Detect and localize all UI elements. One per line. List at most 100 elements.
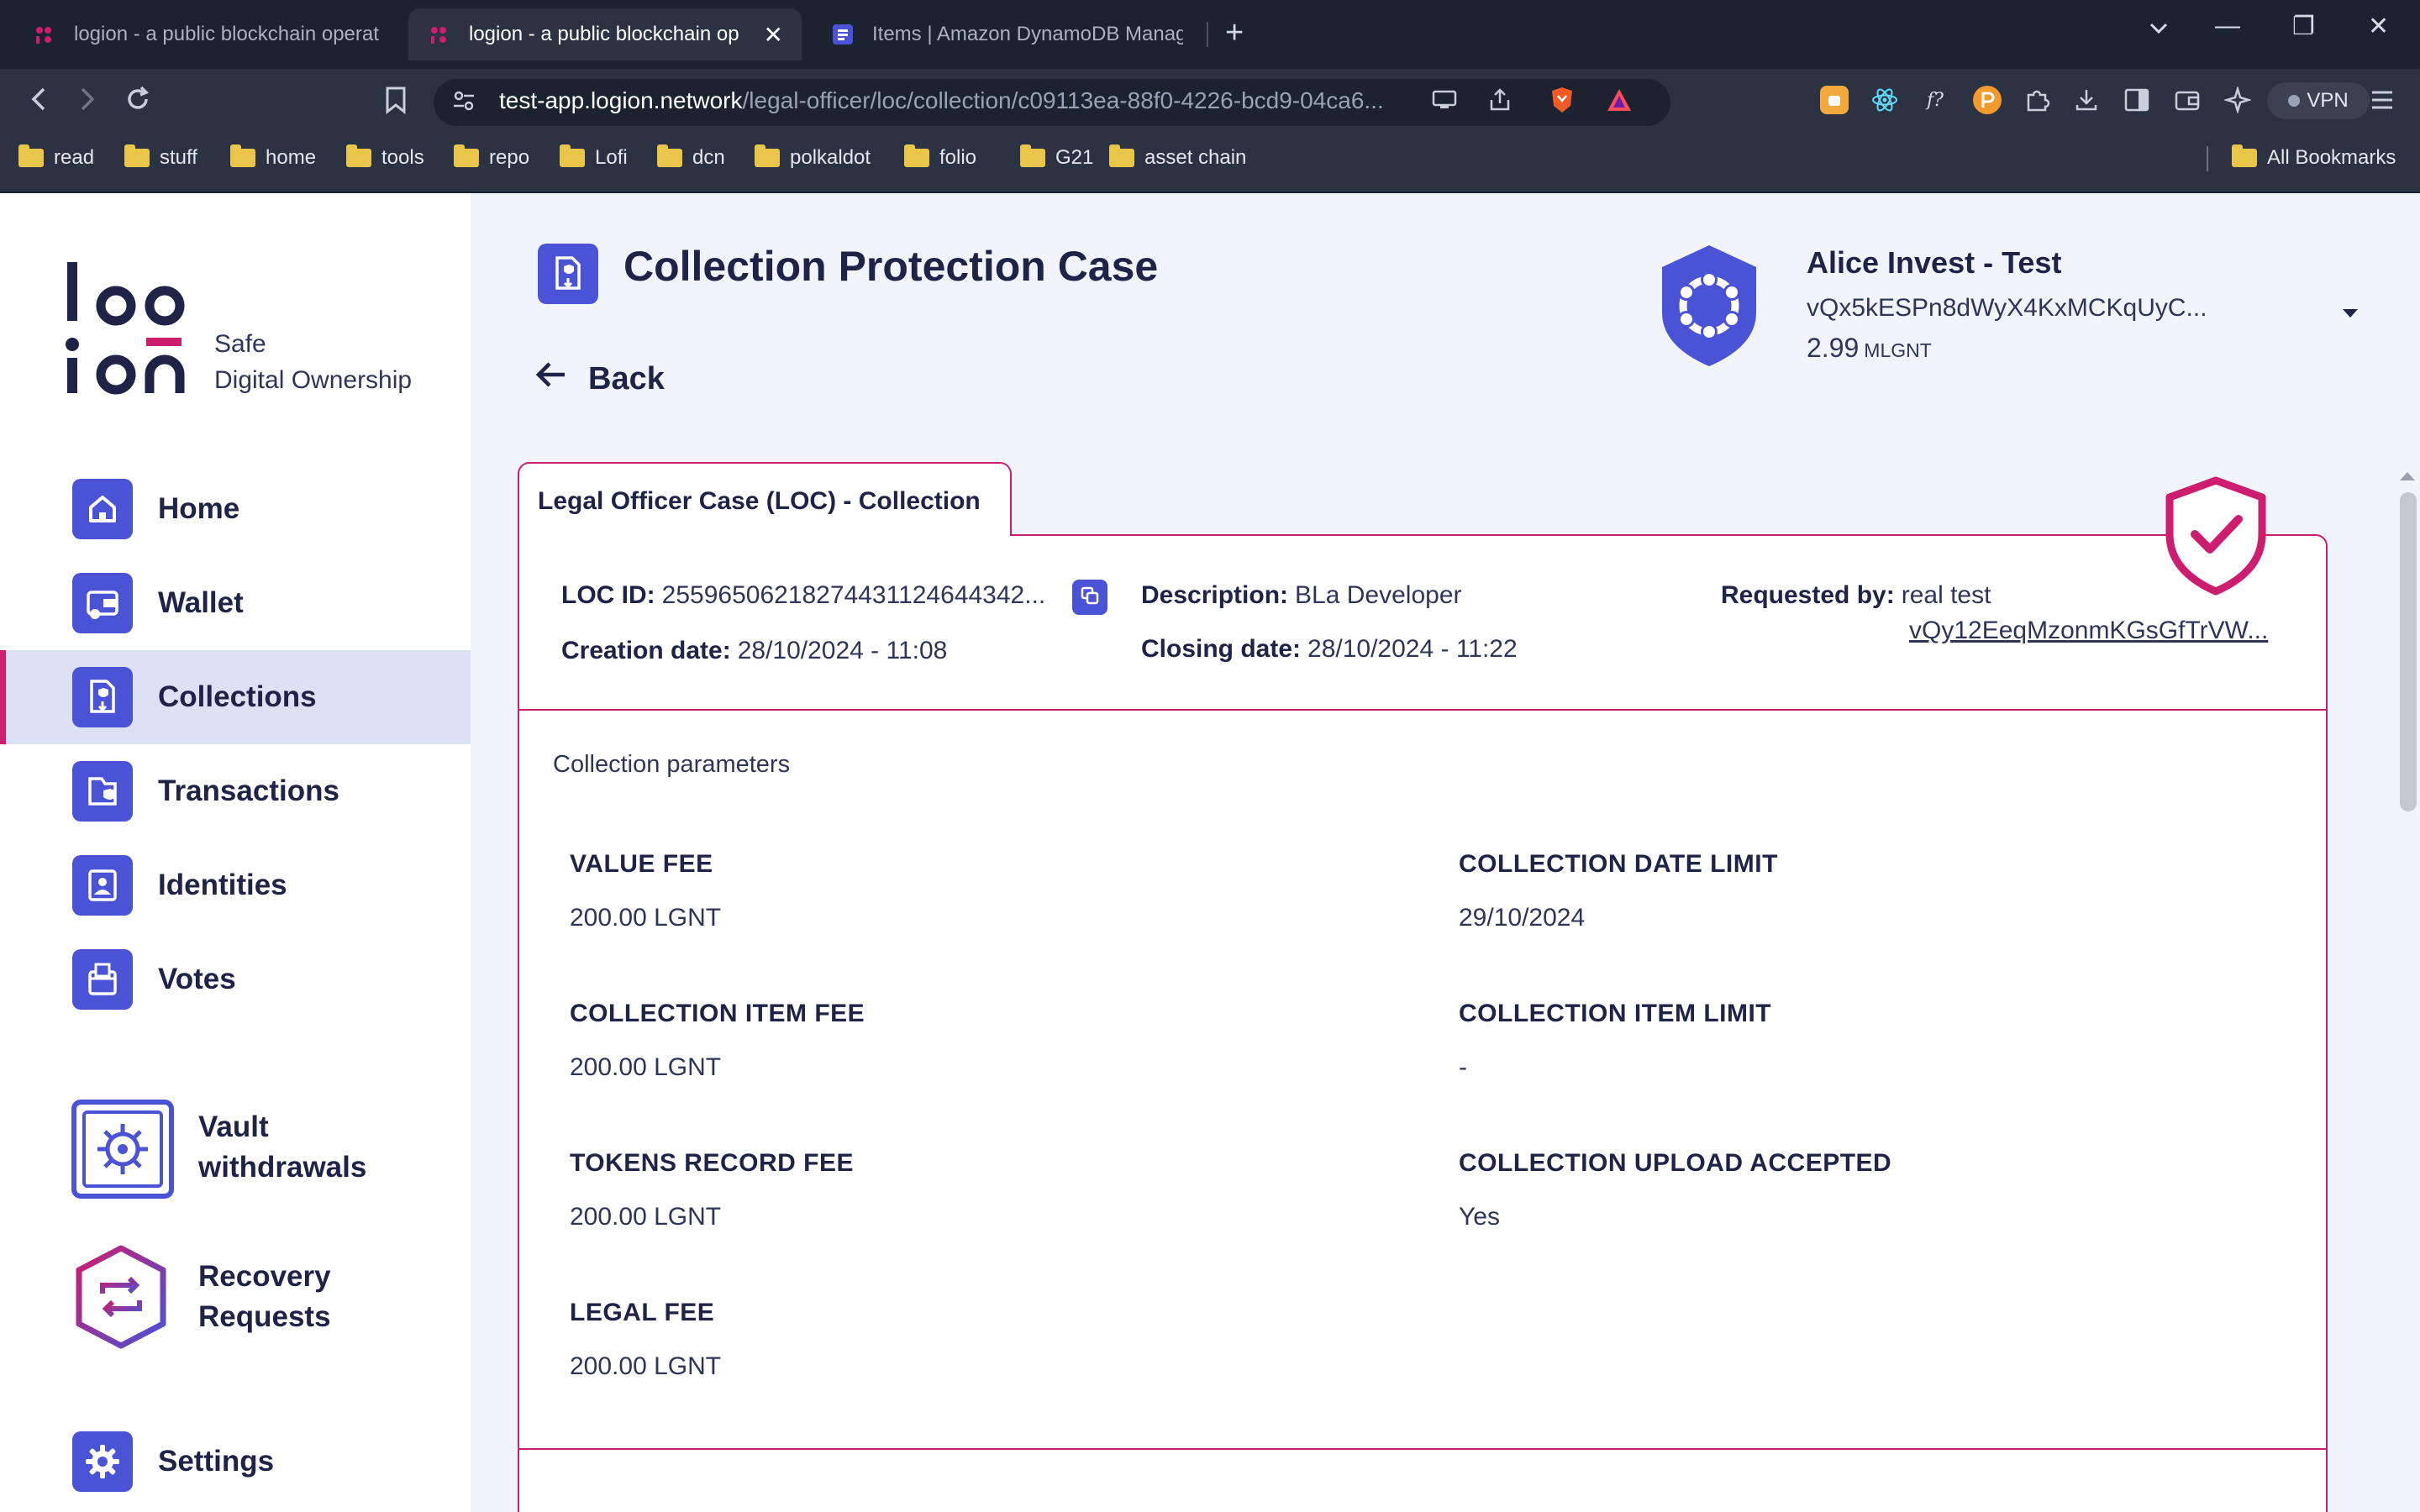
url-host: test-app.logion.network — [499, 87, 743, 113]
bookmark-folder-read[interactable]: read — [18, 144, 94, 170]
bookmark-folder-folio[interactable]: folio — [904, 144, 977, 170]
sidebar-item-home[interactable]: Home — [0, 462, 471, 556]
param-label: COLLECTION ITEM FEE — [570, 1000, 865, 1027]
brave-shield-icon[interactable] — [1548, 86, 1576, 114]
close-window-button[interactable]: ✕ — [2368, 12, 2389, 41]
bookmark-page-icon[interactable] — [383, 86, 408, 121]
sidebar-item-votes[interactable]: Votes — [0, 932, 471, 1026]
logion-logo — [64, 257, 190, 399]
extension-coin-icon[interactable] — [1820, 86, 1849, 114]
account-dropdown-caret-icon[interactable] — [2343, 309, 2358, 318]
vpn-label: VPN — [2307, 89, 2349, 112]
param-label: COLLECTION ITEM LIMIT — [1459, 1000, 1772, 1027]
tab-title: logion - a public blockchain operat — [74, 23, 379, 45]
arrow-left-icon — [534, 360, 568, 398]
folder-icon — [904, 144, 929, 167]
param-value: 29/10/2024 — [1459, 904, 1586, 932]
cast-icon[interactable] — [1430, 86, 1459, 114]
folder-icon — [1020, 144, 1045, 167]
param-label: TOKENS RECORD FEE — [570, 1149, 854, 1177]
tagline-line-2: Digital Ownership — [214, 366, 413, 394]
sidebar-item-collections[interactable]: Collections — [0, 650, 471, 744]
requested-by-name: real test — [1901, 581, 1991, 609]
url-text[interactable]: test-app.logion.network/legal-officer/lo… — [499, 87, 1384, 114]
recovery-icon — [69, 1245, 173, 1353]
bookmark-folder-label: stuff — [160, 146, 197, 169]
account-balance: 2.99 MLGNT — [1807, 333, 1932, 364]
bookmark-folder-dcn[interactable]: dcn — [657, 144, 725, 170]
extensions-puzzle-icon[interactable] — [2023, 86, 2052, 114]
param-value: Yes — [1459, 1203, 1500, 1231]
sidebar-item-transactions[interactable]: Transactions — [0, 744, 471, 838]
sidebar-item-label: Votes — [158, 963, 236, 995]
new-tab-button[interactable]: + — [1225, 15, 1244, 51]
loc-id-value: 25596506218274431124644342... — [661, 581, 1046, 609]
sidebar-item-vault-withdrawals[interactable]: Vault withdrawals — [0, 1089, 471, 1206]
vpn-button[interactable]: VPN — [2267, 82, 2370, 119]
wallet-extension-icon[interactable] — [2173, 86, 2202, 114]
gear-icon — [72, 1431, 133, 1492]
browser-tab-logion-active[interactable]: logion - a public blockchain op ✕ — [408, 8, 802, 60]
back-nav-icon[interactable] — [24, 84, 54, 121]
bookmark-folder-label: repo — [489, 146, 530, 169]
requester-address-link[interactable]: vQy12EeqMzonmKGsGfTrVW... — [1909, 617, 2268, 645]
bookmark-folder-label: G21 — [1055, 146, 1094, 169]
polkadot-shield-icon — [1657, 242, 1761, 374]
account-name: Alice Invest - Test — [1807, 245, 2062, 280]
sidebar-item-label: Recovery Requests — [198, 1257, 331, 1337]
param-label: LEGAL FEE — [570, 1299, 715, 1326]
bookmark-folder-stuff[interactable]: stuff — [124, 144, 197, 170]
browser-tab-dynamodb[interactable]: Items | Amazon DynamoDB Manage — [812, 8, 1202, 60]
bookmark-folder-tools[interactable]: tools — [346, 144, 424, 170]
tab-title: logion - a public blockchain op — [469, 23, 739, 45]
creation-date-field: Creation date: 28/10/2024 - 11:08 — [561, 637, 947, 665]
balance-unit: MLGNT — [1864, 339, 1932, 361]
bookmark-folder-label: polkaldot — [790, 146, 871, 169]
bookmark-folder-polkaldot[interactable]: polkaldot — [755, 144, 871, 170]
share-icon[interactable] — [1486, 86, 1514, 114]
home-icon — [72, 479, 133, 539]
scroll-up-arrow-icon[interactable] — [2400, 472, 2415, 480]
tagline-line-1: Safe — [214, 330, 266, 358]
copy-loc-id-button[interactable] — [1072, 580, 1107, 615]
sidebar-item-identities[interactable]: Identities — [0, 838, 471, 932]
tab-list-button[interactable] — [2148, 17, 2170, 45]
vpn-status-icon — [2288, 95, 2301, 107]
browser-tab-logion-1[interactable]: logion - a public blockchain operat — [13, 8, 403, 60]
bookmark-folder-asset-chain[interactable]: asset chain — [1109, 144, 1246, 170]
scrollbar-thumb[interactable] — [2400, 492, 2417, 811]
sidebar-toggle-icon[interactable] — [2123, 86, 2151, 114]
folder-icon — [230, 144, 255, 167]
creation-date-label: Creation date: — [561, 637, 731, 664]
forward-nav-icon[interactable] — [72, 84, 103, 121]
sidebar-item-recovery-requests[interactable]: Recovery Requests — [0, 1238, 471, 1356]
function-extension-icon[interactable]: f? — [1921, 86, 1949, 114]
param-value: 200.00 LGNT — [570, 1053, 722, 1081]
bookmark-folder-repo[interactable]: repo — [454, 144, 530, 170]
minimize-button[interactable]: — — [2215, 12, 2240, 40]
downloads-icon[interactable] — [2072, 86, 2101, 114]
back-button[interactable]: Back — [534, 360, 665, 398]
site-settings-icon[interactable] — [450, 87, 477, 121]
sidebar-item-settings[interactable]: Settings — [0, 1415, 471, 1509]
leo-ai-icon[interactable] — [2223, 86, 2252, 114]
card-divider — [519, 709, 2326, 711]
react-devtools-icon[interactable] — [1870, 86, 1899, 114]
tab-loc-collection[interactable]: Legal Officer Case (LOC) - Collection — [518, 462, 1012, 536]
extension-p-icon[interactable] — [1973, 86, 2002, 114]
collections-icon — [72, 667, 133, 727]
sidebar-item-wallet[interactable]: Wallet — [0, 556, 471, 650]
sidebar-item-label: Collections — [158, 680, 317, 713]
reload-icon[interactable] — [123, 84, 153, 121]
bookmark-folder-lofi[interactable]: Lofi — [560, 144, 628, 170]
closing-date-field: Closing date: 28/10/2024 - 11:22 — [1141, 635, 1518, 664]
restore-button[interactable]: ❐ — [2292, 12, 2315, 41]
brave-rewards-icon[interactable] — [1605, 86, 1634, 114]
close-tab-icon[interactable]: ✕ — [764, 21, 783, 49]
all-bookmarks-button[interactable]: All Bookmarks — [2232, 144, 2396, 170]
browser-menu-icon[interactable] — [2368, 86, 2396, 114]
bookmark-folder-g21[interactable]: G21 — [1020, 144, 1094, 170]
description-field: Description: BLa Developer — [1141, 581, 1462, 610]
bookmark-folder-label: folio — [939, 146, 977, 169]
bookmark-folder-home[interactable]: home — [230, 144, 316, 170]
